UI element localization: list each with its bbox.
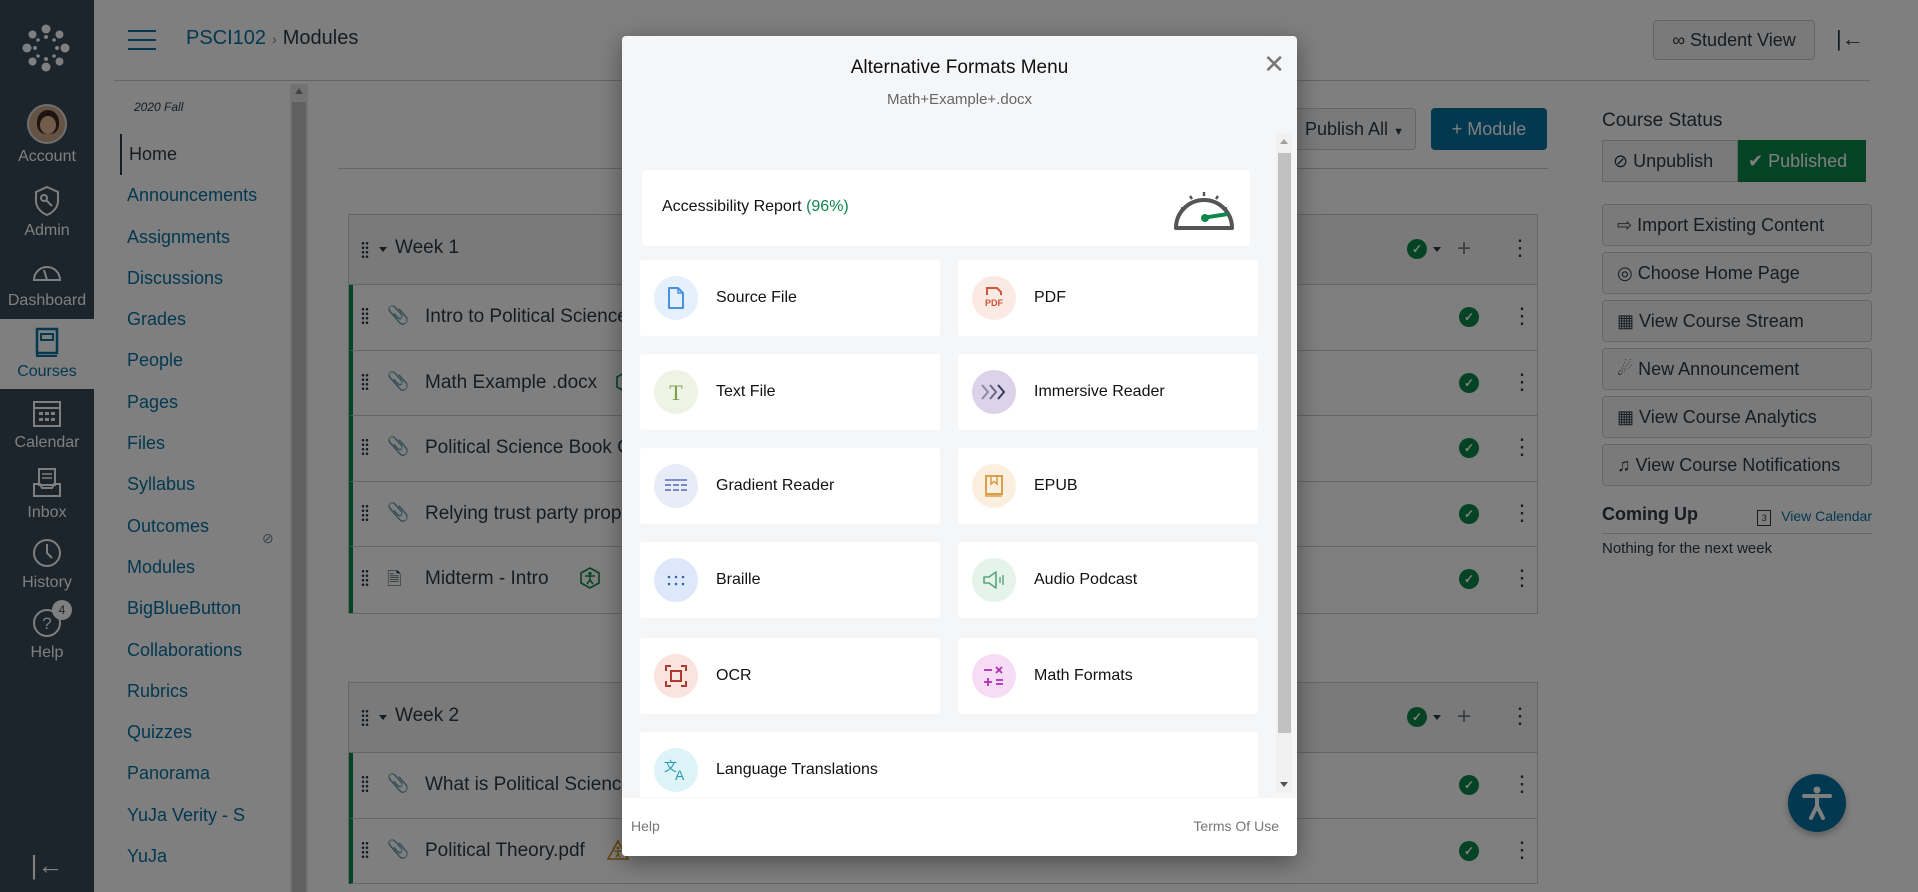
format-option-label: EPUB: [1034, 477, 1078, 494]
speaker-icon: [972, 558, 1016, 602]
format-option-label: OCR: [716, 667, 752, 684]
file-icon: [654, 276, 698, 320]
scrollbar-thumb[interactable]: [1278, 153, 1291, 733]
format-option-label: PDF: [1034, 289, 1066, 306]
format-option-pdf[interactable]: PDF PDF: [958, 260, 1258, 336]
math-symbols-icon: [972, 654, 1016, 698]
format-option-text-file[interactable]: T Text File: [640, 354, 940, 430]
translate-icon: 文A: [654, 748, 698, 792]
book-bookmark-icon: [972, 464, 1016, 508]
alternative-formats-modal: Alternative Formats Menu Math+Example+.d…: [622, 36, 1297, 856]
close-icon[interactable]: ✕: [1263, 50, 1285, 80]
format-option-audio-podcast[interactable]: Audio Podcast: [958, 542, 1258, 618]
modal-help-link[interactable]: Help: [631, 818, 660, 834]
format-option-braille[interactable]: Braille: [640, 542, 940, 618]
scan-frame-icon: [654, 654, 698, 698]
svg-text:T: T: [669, 381, 683, 403]
modal-footer: Help Terms Of Use: [622, 798, 1297, 856]
modal-title: Alternative Formats Menu: [850, 57, 1069, 78]
braille-dots-icon: [654, 558, 698, 602]
format-option-gradient-reader[interactable]: Gradient Reader: [640, 448, 940, 524]
format-option-epub[interactable]: EPUB: [958, 448, 1258, 524]
format-option-label: Audio Podcast: [1034, 571, 1138, 588]
format-option-label: Text File: [716, 383, 776, 400]
accessibility-score: (96%): [806, 198, 849, 215]
format-option-immersive-reader[interactable]: Immersive Reader: [958, 354, 1258, 430]
format-option-label: Math Formats: [1034, 667, 1133, 684]
modal-filename: Math+Example+.docx: [886, 91, 1033, 108]
format-option-label: Language Translations: [716, 761, 878, 778]
format-option-language-translations[interactable]: 文 A Language Translations: [640, 732, 1258, 797]
gradient-lines-icon: [654, 464, 698, 508]
scroll-up-arrow-icon[interactable]: [1280, 139, 1288, 144]
format-option-label: Source File: [716, 289, 797, 306]
scroll-down-arrow-icon[interactable]: [1280, 782, 1288, 787]
terms-of-use-link[interactable]: Terms Of Use: [1193, 818, 1279, 834]
format-option-math-formats[interactable]: Math Formats: [958, 638, 1258, 714]
svg-text:PDF: PDF: [985, 298, 1004, 308]
accessibility-report-card[interactable]: Accessibility Report (96%): [642, 170, 1250, 246]
pdf-icon: PDF: [972, 276, 1016, 320]
gauge-icon: [1174, 192, 1234, 230]
immersive-reader-icon: [972, 370, 1016, 414]
format-option-label: Immersive Reader: [1034, 383, 1165, 400]
format-option-label: Braille: [716, 571, 761, 588]
format-option-label: Gradient Reader: [716, 477, 835, 494]
text-t-icon: T: [654, 370, 698, 414]
modal-scrollbar[interactable]: [1276, 133, 1292, 793]
modal-body: Accessibility Report (96%) Source File PD…: [640, 133, 1262, 797]
format-option-ocr[interactable]: OCR: [640, 638, 940, 714]
format-option-source-file[interactable]: Source File: [640, 260, 940, 336]
accessibility-report-label: Accessibility Report (96%): [662, 198, 849, 215]
svg-text:A: A: [675, 767, 685, 782]
